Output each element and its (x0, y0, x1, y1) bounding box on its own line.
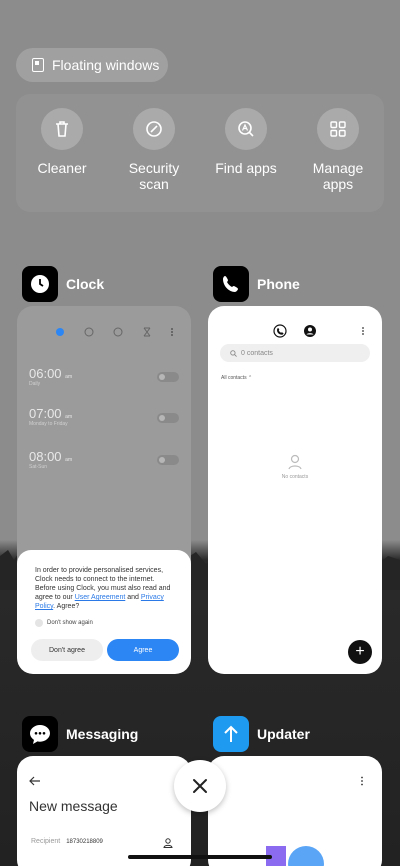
alarm-toggle[interactable] (157, 372, 179, 382)
alarm-time: 08:00 (29, 449, 62, 464)
quick-tools-panel: Cleaner Security scan Find apps Manage a… (16, 94, 384, 212)
close-icon (193, 779, 207, 793)
user-agreement-link[interactable]: User Agreement (75, 594, 126, 601)
person-icon (288, 454, 302, 470)
trash-icon (41, 108, 83, 150)
alarm-repeat: Daily (29, 381, 41, 387)
no-contacts-label: No contacts (281, 474, 309, 480)
consent-message: In order to provide personalised service… (35, 567, 171, 610)
clock-icon (22, 266, 58, 302)
more-options-icon (361, 776, 363, 786)
floating-windows-label: Floating windows (52, 57, 160, 73)
plus-icon: + (355, 643, 365, 660)
dont-show-again-checkbox[interactable]: Don't show again (35, 619, 173, 627)
alarm-row: 06:00 am Daily (29, 366, 72, 387)
search-icon (230, 349, 237, 357)
alarm-toggle[interactable] (157, 413, 179, 423)
no-contacts-placeholder: No contacts (208, 454, 382, 480)
back-arrow-icon (29, 776, 40, 786)
floating-windows-button[interactable]: Floating windows (16, 48, 168, 82)
contacts-filter-label: All contacts (221, 375, 247, 381)
contacts-filter-dropdown[interactable]: All contacts ⌃ (221, 375, 252, 381)
message-bubble-icon (22, 716, 58, 752)
alarm-time: 06:00 (29, 366, 62, 381)
agree-button[interactable]: Agree (107, 639, 179, 661)
alarm-repeat: Monday to Friday (29, 421, 68, 427)
messaging-app-card[interactable]: New message Recipient 18730218809 (17, 756, 191, 866)
clear-all-button[interactable] (174, 760, 226, 812)
alarm-row: 08:00 am Sat-Sun (29, 449, 72, 470)
security-scan-tool[interactable]: Security scan (108, 108, 200, 192)
new-message-title: New message (29, 798, 118, 814)
alarm-repeat: Sat-Sun (29, 464, 48, 470)
chevron-updown-icon: ⌃ (247, 375, 253, 381)
add-contact-button[interactable]: + (348, 640, 372, 664)
dont-agree-button[interactable]: Don't agree (31, 639, 103, 661)
grid-icon (317, 108, 359, 150)
updater-icon (213, 716, 249, 752)
clock-app-card[interactable]: 06:00 am Daily 07:00 am Monday to Friday… (17, 306, 191, 674)
updater-app-name: Updater (257, 726, 310, 742)
clock-tab-icons (56, 327, 173, 337)
alarm-ampm: am (65, 414, 73, 420)
alarm-row: 07:00 am Monday to Friday (29, 406, 72, 427)
phone-app-header[interactable]: Phone (213, 266, 300, 302)
messaging-app-header[interactable]: Messaging (22, 716, 138, 752)
messaging-app-name: Messaging (66, 726, 139, 742)
recipient-label: Recipient (31, 838, 61, 845)
cleaner-label: Cleaner (37, 160, 87, 176)
contact-picker-icon[interactable] (163, 838, 173, 848)
contacts-search-input[interactable]: 0 contacts (220, 344, 370, 362)
contacts-search-placeholder: 0 contacts (241, 349, 273, 357)
find-apps-label: Find apps (215, 160, 277, 176)
security-scan-label: Security scan (128, 160, 180, 192)
clock-app-header[interactable]: Clock (22, 266, 104, 302)
shield-scan-icon (133, 108, 175, 150)
alarm-toggle[interactable] (157, 455, 179, 465)
update-illustration (266, 846, 324, 866)
manage-apps-tool[interactable]: Manage apps (292, 108, 384, 192)
find-apps-tool[interactable]: Find apps (200, 108, 292, 176)
dont-show-again-label: Don't show again (47, 620, 93, 626)
clock-app-name: Clock (66, 276, 105, 292)
search-app-icon (225, 108, 267, 150)
phone-tab-icons (273, 324, 364, 338)
phone-icon (213, 266, 249, 302)
recipient-chip[interactable]: 18730218809 (66, 839, 103, 845)
updater-app-header[interactable]: Updater (213, 716, 310, 752)
phone-app-name: Phone (257, 276, 300, 292)
home-indicator[interactable] (128, 855, 272, 859)
internet-consent-dialog: In order to provide personalised service… (17, 550, 191, 674)
floating-window-icon (32, 58, 44, 72)
cleaner-tool[interactable]: Cleaner (16, 108, 108, 176)
manage-apps-label: Manage apps (312, 160, 364, 192)
recipient-row[interactable]: Recipient 18730218809 (31, 838, 103, 845)
alarm-ampm: am (65, 374, 73, 380)
alarm-ampm: am (65, 457, 73, 463)
alarm-time: 07:00 (29, 406, 62, 421)
checkbox-icon (35, 619, 43, 627)
updater-app-card[interactable] (208, 756, 382, 866)
phone-app-card[interactable]: 0 contacts All contacts ⌃ No contacts + (208, 306, 382, 674)
